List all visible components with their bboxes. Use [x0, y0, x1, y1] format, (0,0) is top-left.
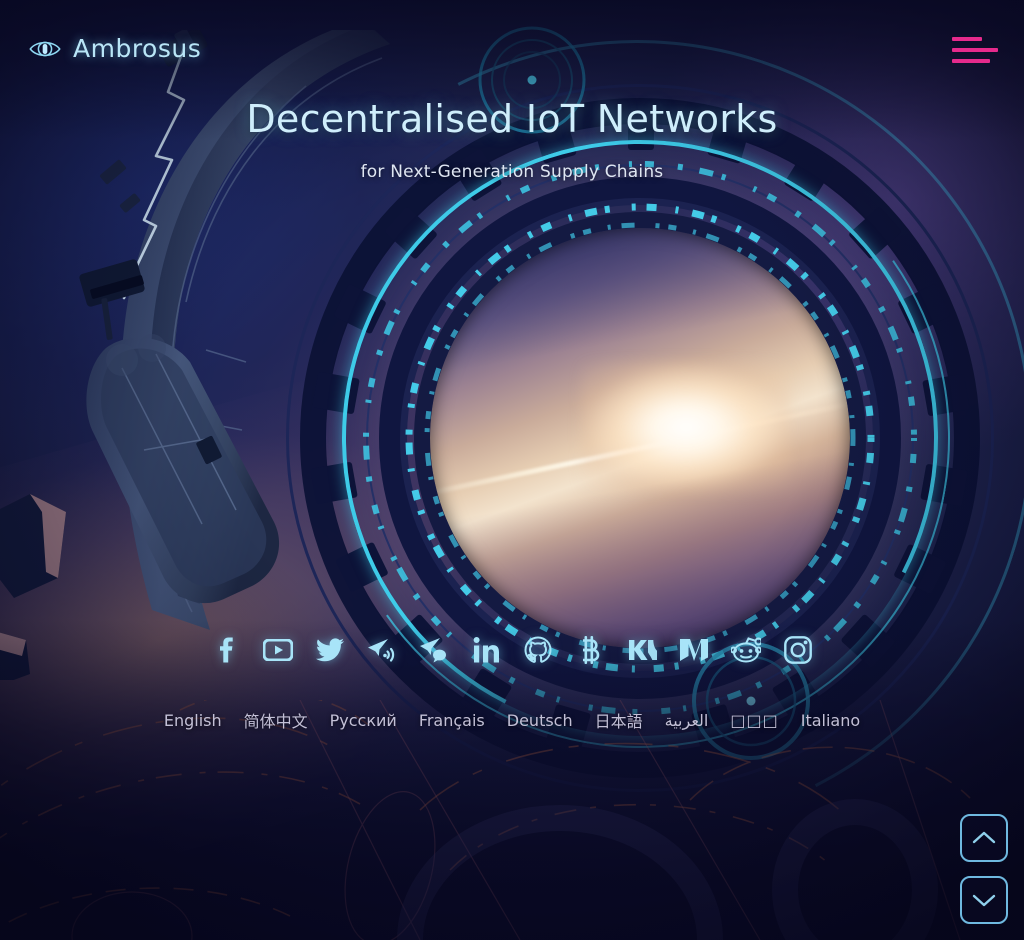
facebook-icon [220, 637, 233, 663]
language-option-ko[interactable]: □□□ [730, 711, 778, 730]
social-link-github[interactable] [520, 632, 556, 668]
social-link-facebook[interactable] [208, 632, 244, 668]
language-option-fr[interactable]: Français [419, 711, 485, 730]
telegram-signal-icon [368, 639, 395, 662]
youtube-icon [263, 639, 293, 661]
telegram-chat-icon [420, 638, 446, 663]
page-title: Decentralised IoT Networks [246, 97, 778, 141]
twitter-icon [316, 638, 344, 662]
social-link-twitter[interactable] [312, 632, 348, 668]
language-option-ja[interactable]: 日本語 [595, 708, 643, 732]
social-link-youtube[interactable] [260, 632, 296, 668]
logo-text: Ambrosus [73, 34, 202, 63]
social-link-telegram-chat[interactable] [416, 632, 452, 668]
vk-icon [629, 640, 657, 660]
logo[interactable]: Ambrosus [28, 34, 201, 63]
language-option-it[interactable]: Italiano [801, 711, 860, 730]
social-link-telegram-announcements[interactable] [364, 632, 400, 668]
hamburger-bar-3 [952, 59, 990, 63]
scroll-down-button[interactable] [960, 876, 1008, 924]
page-root: Ambrosus Decentralised IoT Networks for … [0, 0, 1024, 940]
medium-icon [680, 639, 708, 661]
bitcoin-icon [583, 636, 600, 664]
scroll-controls [960, 814, 1008, 924]
hamburger-bar-1 [952, 37, 982, 41]
social-link-reddit[interactable] [728, 632, 764, 668]
linkedin-icon [473, 637, 499, 663]
instagram-icon [784, 636, 812, 664]
eye-icon [29, 41, 61, 56]
social-link-vk[interactable] [624, 632, 660, 668]
hamburger-menu-icon[interactable] [952, 30, 1000, 70]
hero-section: Decentralised IoT Networks for Next-Gene… [0, 97, 1024, 182]
reddit-icon [731, 637, 761, 663]
chevron-down-icon [972, 894, 996, 907]
language-option-ru[interactable]: Русский [330, 711, 397, 730]
language-option-zh[interactable]: 简体中文 [244, 708, 308, 732]
site-header: Ambrosus [0, 0, 1024, 96]
hamburger-bar-2 [952, 48, 998, 52]
chevron-up-icon [972, 831, 996, 844]
social-link-linkedin[interactable] [468, 632, 504, 668]
social-links [0, 632, 1024, 668]
language-option-en[interactable]: English [164, 711, 222, 730]
language-option-de[interactable]: Deutsch [507, 711, 573, 730]
social-link-instagram[interactable] [780, 632, 816, 668]
page-subtitle: for Next-Generation Supply Chains [360, 161, 664, 182]
language-selector: English 简体中文 Русский Français Deutsch 日本… [0, 708, 1024, 732]
scroll-up-button[interactable] [960, 814, 1008, 862]
social-link-medium[interactable] [676, 632, 712, 668]
github-icon [524, 636, 552, 663]
language-option-ar[interactable]: العربية [665, 711, 709, 730]
social-link-bitcointalk[interactable] [572, 632, 608, 668]
